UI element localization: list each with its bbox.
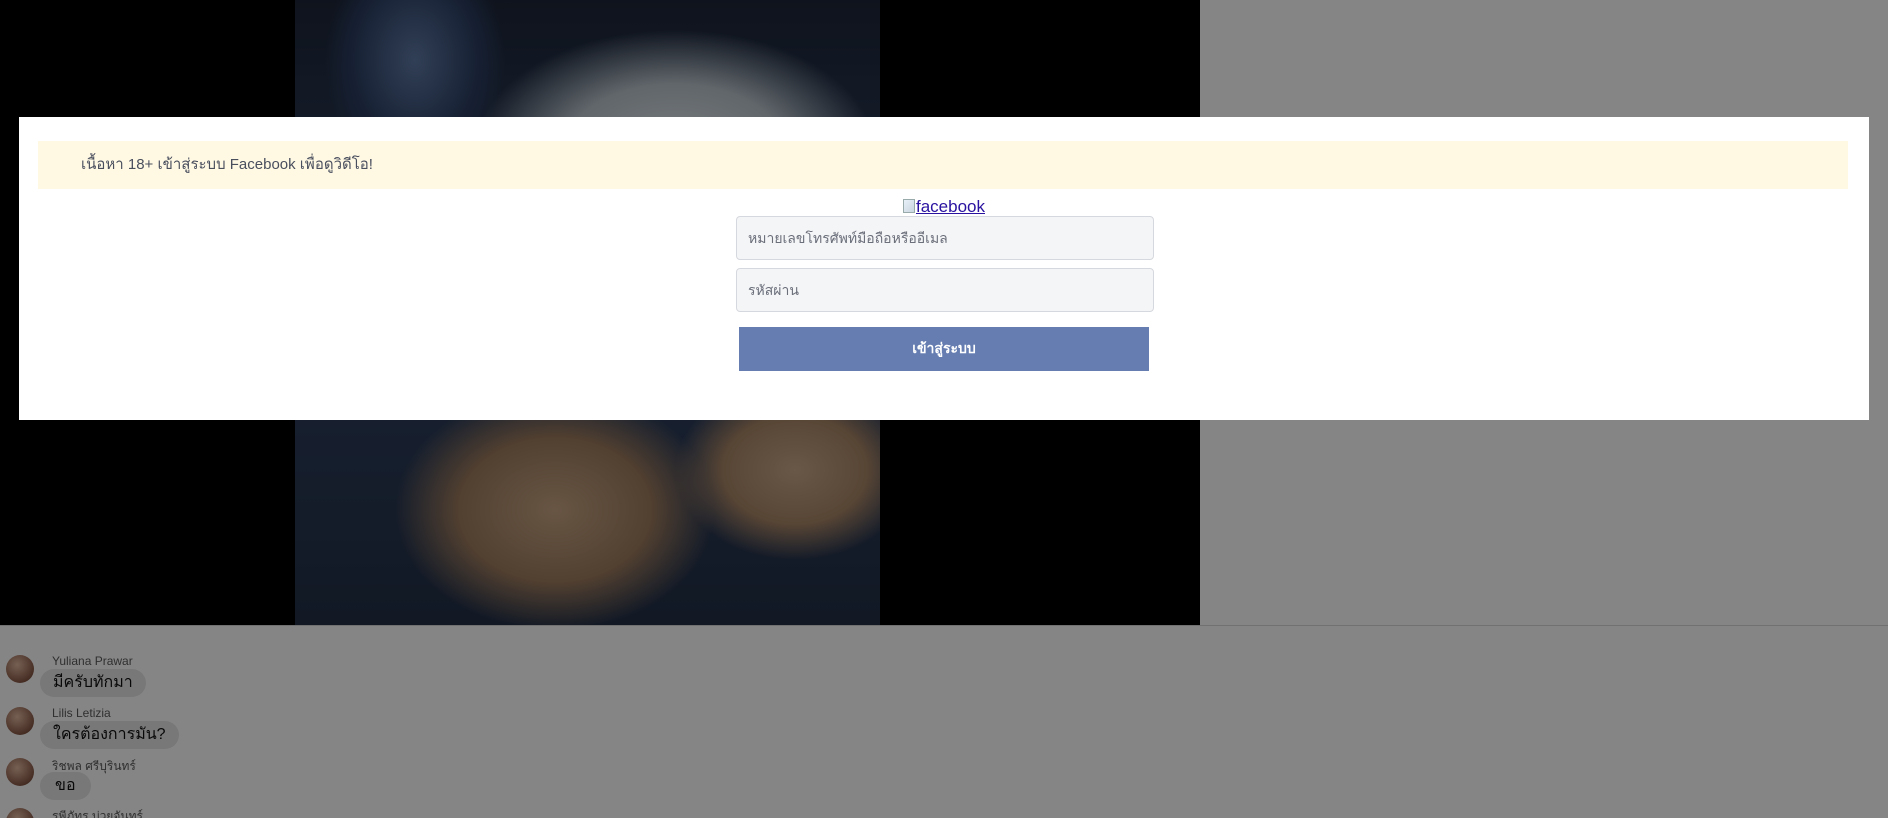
page: Yuliana Prawar มีครับทักมา Lilis Letizia…	[0, 0, 1888, 818]
broken-image-icon	[903, 199, 915, 213]
login-button[interactable]: เข้าสู่ระบบ	[739, 327, 1149, 371]
facebook-logo-link[interactable]: facebook	[19, 197, 1869, 217]
password-field[interactable]	[736, 268, 1154, 312]
login-modal: เนื้อหา 18+ เข้าสู่ระบบ Facebook เพื่อดู…	[19, 117, 1869, 420]
email-field[interactable]	[736, 216, 1154, 260]
age-warning-notice: เนื้อหา 18+ เข้าสู่ระบบ Facebook เพื่อดู…	[38, 141, 1848, 189]
facebook-logo-alt: facebook	[916, 197, 985, 216]
